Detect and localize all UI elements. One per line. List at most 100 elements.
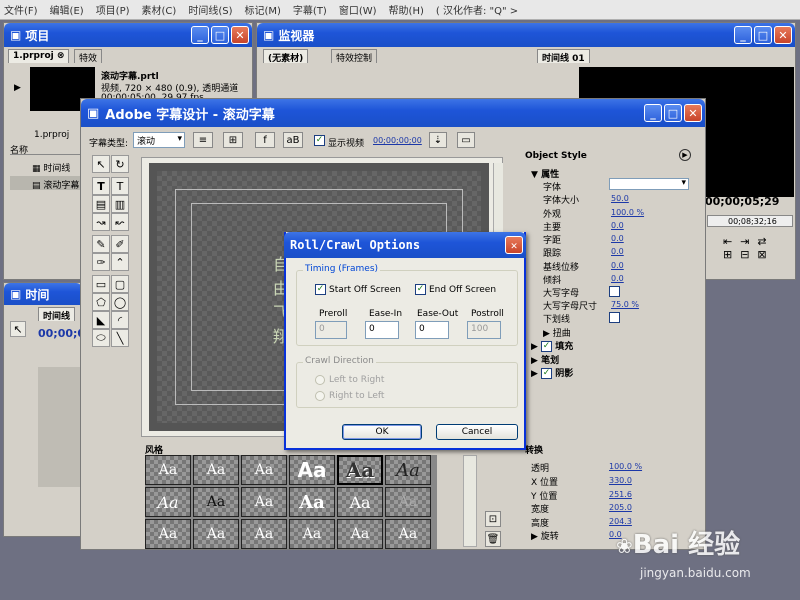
area-type-tool-icon[interactable]: ▤: [92, 195, 110, 213]
prop-font-size-value[interactable]: 50.0: [611, 194, 629, 203]
font-dropdown[interactable]: ▾: [609, 178, 689, 190]
tab-timeline[interactable]: 时间线: [38, 307, 76, 322]
prop-leading-value[interactable]: 0.0: [611, 221, 624, 230]
cancel-button[interactable]: Cancel: [436, 424, 518, 440]
style-swatch[interactable]: Aa: [289, 487, 335, 517]
round-corner-tool-icon[interactable]: ◯: [111, 293, 129, 311]
distort-section[interactable]: ▶ 扭曲: [543, 326, 571, 339]
show-video-checkbox[interactable]: ✓: [314, 135, 325, 146]
style-swatch[interactable]: Aa: [145, 519, 191, 549]
font-browse-icon[interactable]: f: [255, 132, 275, 148]
rectangle-tool-icon[interactable]: ▭: [92, 275, 110, 293]
underline-checkbox[interactable]: [609, 312, 620, 323]
title-type-select[interactable]: 滚动 ▾: [133, 132, 185, 148]
menu-title[interactable]: 字幕(T): [293, 2, 327, 17]
transform-rotation-label[interactable]: ▶ 旋转: [531, 529, 559, 542]
styles-scrollbar[interactable]: [463, 455, 477, 547]
vertical-path-type-tool-icon[interactable]: ↜: [111, 213, 129, 231]
template-icon[interactable]: ⊞: [223, 132, 243, 148]
new-style-icon[interactable]: ⊡: [485, 511, 501, 527]
list-item[interactable]: ▦ 时间线: [32, 161, 70, 174]
end-off-screen-checkbox[interactable]: ✓: [415, 284, 426, 295]
transport-controls[interactable]: ⇤⇥⇄ ⊞⊟⊠: [723, 235, 775, 261]
track-headers[interactable]: [38, 367, 82, 487]
menu-clip[interactable]: 素材(C): [142, 2, 177, 17]
convert-anchor-tool-icon[interactable]: ⌃: [111, 253, 129, 271]
style-swatch[interactable]: Aa: [385, 519, 431, 549]
style-swatch[interactable]: Aa: [337, 519, 383, 549]
tab-project-file[interactable]: 1.prproj ⊗: [8, 49, 70, 63]
rotate-tool-icon[interactable]: ↻: [111, 155, 129, 173]
close-button[interactable]: ✕: [231, 26, 249, 44]
menu-window[interactable]: 窗口(W): [339, 2, 377, 17]
postroll-field[interactable]: 100: [467, 321, 501, 339]
tab-effects[interactable]: 特效: [74, 49, 103, 64]
shadow-section[interactable]: ▶ ✓ 阴影: [531, 366, 573, 379]
style-swatch[interactable]: Aa: [145, 487, 191, 517]
wedge-tool-icon[interactable]: ◣: [92, 311, 110, 329]
prop-slant-value[interactable]: 0.0: [611, 274, 624, 283]
tab-no-clip[interactable]: (无素材): [263, 49, 309, 64]
properties-section[interactable]: ▼ 属性: [531, 167, 559, 180]
right-to-left-radio[interactable]: [315, 391, 325, 401]
menu-marker[interactable]: 标记(M): [244, 2, 280, 17]
style-swatch[interactable]: Aa: [193, 455, 239, 485]
rounded-rectangle-tool-icon[interactable]: ▢: [111, 275, 129, 293]
start-off-screen-checkbox[interactable]: ✓: [315, 284, 326, 295]
preroll-field[interactable]: 0: [315, 321, 347, 339]
roll-crawl-options-icon[interactable]: ≡: [193, 132, 213, 148]
prop-kerning-value[interactable]: 0.0: [611, 234, 624, 243]
style-swatch[interactable]: Aa: [385, 455, 431, 485]
left-to-right-radio[interactable]: [315, 375, 325, 385]
minimize-button[interactable]: _: [734, 26, 752, 44]
style-swatch[interactable]: Aa: [385, 487, 431, 517]
prop-smallcaps-size-value[interactable]: 75.0 %: [611, 300, 639, 309]
safe-area-icon[interactable]: ▭: [457, 132, 475, 148]
style-swatch[interactable]: Aa: [337, 487, 383, 517]
ok-button[interactable]: OK: [342, 424, 422, 440]
pen-tool-icon[interactable]: ✎: [92, 235, 110, 253]
style-swatch[interactable]: Aa: [289, 519, 335, 549]
maximize-button[interactable]: □: [211, 26, 229, 44]
transform-y-value[interactable]: 251.6: [609, 490, 632, 499]
tab-effect-controls[interactable]: 特效控制: [331, 49, 378, 64]
line-tool-icon[interactable]: ╲: [111, 329, 129, 347]
play-icon[interactable]: ▶: [14, 83, 21, 93]
panel-menu-icon[interactable]: ▶: [679, 149, 691, 161]
style-swatch[interactable]: Aa: [145, 455, 191, 485]
delete-style-icon[interactable]: 🗑: [485, 531, 501, 547]
font-size-icon[interactable]: aB: [283, 132, 303, 148]
prop-tracking-value[interactable]: 0.0: [611, 247, 624, 256]
titler-maximize-button[interactable]: □: [664, 104, 682, 122]
ruler-bar[interactable]: 00;08;32;16: [707, 215, 793, 227]
delete-anchor-tool-icon[interactable]: ✑: [92, 253, 110, 271]
vertical-area-type-tool-icon[interactable]: ▥: [111, 195, 129, 213]
vertical-type-tool-icon[interactable]: T: [111, 177, 129, 195]
menu-help[interactable]: 帮助(H): [389, 2, 424, 17]
menu-file[interactable]: 文件(F): [4, 2, 38, 17]
style-swatch[interactable]: Aa: [241, 519, 287, 549]
titler-close-button[interactable]: ✕: [684, 104, 702, 122]
type-tool-icon[interactable]: T: [92, 177, 110, 195]
menu-edit[interactable]: 编辑(E): [50, 2, 84, 17]
dialog-close-button[interactable]: ✕: [505, 236, 523, 254]
maximize-button[interactable]: □: [754, 26, 772, 44]
selection-tool-icon[interactable]: ↖: [10, 321, 26, 337]
close-button[interactable]: ✕: [774, 26, 792, 44]
titler-timecode[interactable]: 00;00;00;00: [373, 136, 422, 145]
transform-opacity-value[interactable]: 100.0 %: [609, 462, 642, 471]
selection-tool-icon[interactable]: ↖: [92, 155, 110, 173]
stroke-section[interactable]: ▶ 笔划: [531, 353, 559, 366]
transform-x-value[interactable]: 330.0: [609, 476, 632, 485]
ease-in-field[interactable]: 0: [365, 321, 399, 339]
ellipse-tool-icon[interactable]: ⬭: [92, 329, 110, 347]
style-swatch[interactable]: Aa: [193, 519, 239, 549]
sync-icon[interactable]: ⇣: [429, 132, 447, 148]
arc-tool-icon[interactable]: ◜: [111, 311, 129, 329]
menu-sequence[interactable]: 时间线(S): [188, 2, 232, 17]
titler-minimize-button[interactable]: _: [644, 104, 662, 122]
path-type-tool-icon[interactable]: ↝: [92, 213, 110, 231]
style-swatch[interactable]: Aa: [241, 455, 287, 485]
clipped-corner-tool-icon[interactable]: ⬠: [92, 293, 110, 311]
fill-section[interactable]: ▶ ✓ 填充: [531, 339, 573, 352]
